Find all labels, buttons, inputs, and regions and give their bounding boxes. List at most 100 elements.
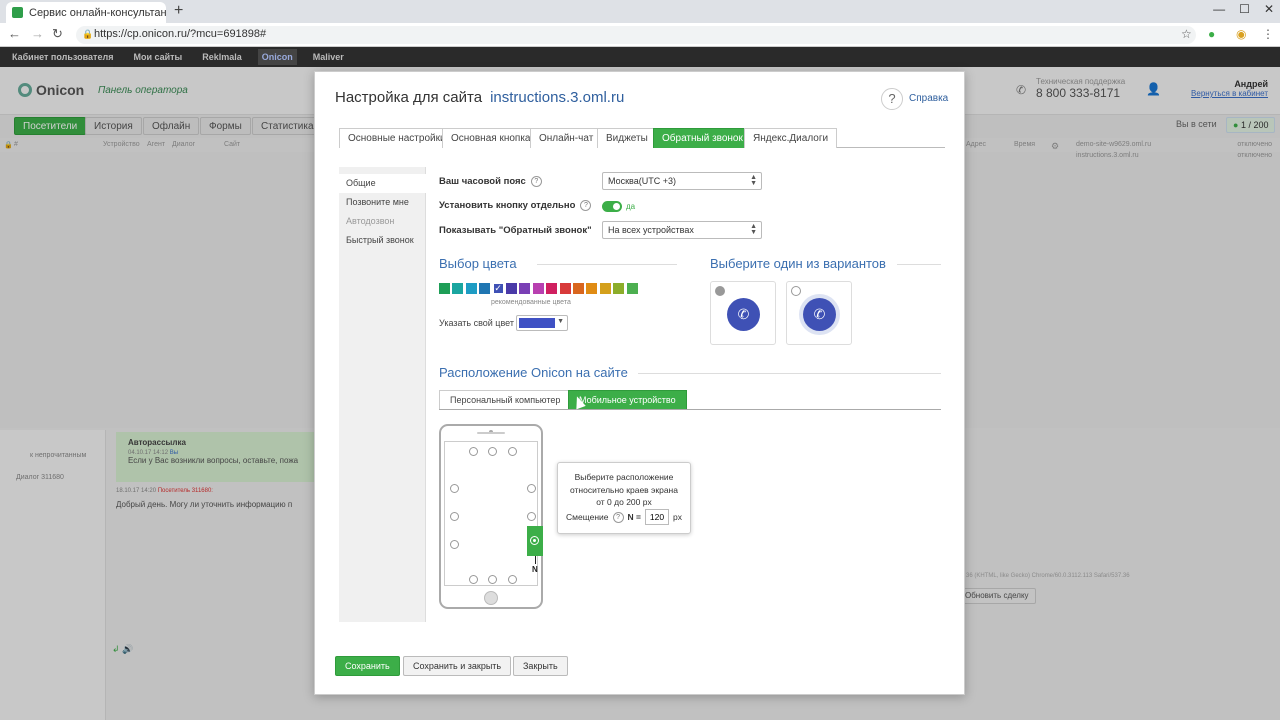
own-color-label: Указать свой цвет [439, 318, 514, 328]
color-swatch[interactable] [626, 283, 638, 294]
variant-section-title: Выберите один из вариантов [710, 256, 886, 271]
position-option[interactable] [450, 512, 459, 521]
color-swatch[interactable] [479, 283, 491, 294]
site-settings-modal: Настройка для сайта instructions.3.oml.ru… [314, 71, 965, 695]
swatch-note: рекомендованные цвета [491, 299, 571, 306]
phone-screen: N [444, 441, 543, 586]
browser-tab[interactable]: Сервис онлайн-консультант Onicon ✕ [6, 2, 166, 23]
position-option[interactable] [488, 575, 497, 584]
color-swatch[interactable] [519, 283, 531, 294]
divider [439, 409, 941, 410]
position-option[interactable] [508, 575, 517, 584]
show-callback-select[interactable]: На всех устройствах ▲ ▼ [602, 221, 762, 239]
color-swatch[interactable] [506, 283, 517, 294]
sidenav-quick-call[interactable]: Быстрый звонок [339, 231, 426, 250]
maximize-icon[interactable]: ☐ [1239, 2, 1250, 16]
color-swatch[interactable] [559, 283, 571, 294]
timezone-select[interactable]: Москва(UTC +3) ▲ ▼ [602, 172, 762, 190]
sidenav-general[interactable]: Общие [339, 174, 426, 193]
question-icon[interactable]: ? [580, 200, 592, 211]
bookmark-star-icon[interactable]: ☆ [1181, 27, 1192, 41]
radio-checked-icon[interactable] [715, 286, 725, 296]
color-swatch[interactable] [613, 283, 625, 294]
tab-online-chat[interactable]: Онлайн-чат [530, 128, 603, 148]
modal-title: Настройка для сайта instructions.3.oml.ru [335, 89, 625, 106]
nav-maliver[interactable]: Maliver [309, 49, 348, 65]
nav-cabinet[interactable]: Кабинет пользователя [8, 49, 117, 65]
position-option[interactable] [527, 512, 536, 521]
tab-widgets[interactable]: Виджеты [597, 128, 657, 148]
color-swatch[interactable]: ✓ [492, 283, 504, 294]
color-swatch[interactable] [439, 283, 450, 294]
question-icon[interactable]: ? [530, 176, 542, 187]
nav-my-sites[interactable]: Мои сайты [129, 49, 186, 65]
profile-avatar-icon[interactable]: ◉ [1236, 27, 1246, 41]
show-callback-label: Показывать "Обратный звонок" [439, 225, 592, 236]
separate-button-toggle[interactable] [602, 201, 622, 212]
tab-yandex-dialogs[interactable]: Яндекс.Диалоги [744, 128, 838, 148]
position-option[interactable] [450, 540, 459, 549]
help-icon[interactable]: ? [881, 88, 903, 110]
tab-basic-settings[interactable]: Основные настройки [339, 128, 455, 148]
back-icon[interactable]: ← [8, 26, 21, 41]
own-color-picker[interactable]: ▼ [516, 315, 568, 331]
url-field[interactable]: 🔒 https://cp.onicon.ru/?mcu=691898# [76, 26, 1196, 44]
sidenav-autodial[interactable]: Автодозвон [339, 212, 426, 231]
phone-preview: N [439, 424, 543, 609]
extension-icon[interactable]: ● [1208, 27, 1215, 41]
callback-phone-icon: ✆ [803, 298, 836, 331]
minimize-icon[interactable]: — [1213, 2, 1225, 16]
color-swatch[interactable] [599, 283, 611, 294]
save-and-close-button[interactable]: Сохранить и закрыть [403, 656, 512, 676]
nav-onicon[interactable]: Onicon [257, 49, 297, 65]
select-arrows-icon: ▲ ▼ [750, 223, 757, 236]
tab-main-button[interactable]: Основная кнопка [442, 128, 540, 148]
dropdown-arrow-icon: ▼ [557, 318, 564, 325]
new-tab-icon[interactable]: + [174, 2, 183, 20]
color-swatch[interactable] [452, 283, 464, 294]
offset-unit: px [672, 511, 682, 522]
timezone-label: Ваш часовой пояс? [439, 176, 542, 187]
nav-reklmala[interactable]: Reklmala [198, 49, 246, 65]
sidenav-call-me[interactable]: Позвоните мне [339, 193, 426, 212]
separate-button-label: Установить кнопку отдельно? [439, 200, 592, 211]
reload-icon[interactable]: ↻ [52, 26, 63, 42]
position-option[interactable] [527, 484, 536, 493]
callback-side-nav: Общие Позвоните мне Автодозвон Быстрый з… [339, 167, 426, 622]
divider [897, 264, 941, 265]
offset-input[interactable] [644, 509, 669, 525]
color-swatch[interactable] [532, 283, 544, 294]
position-option[interactable] [508, 447, 517, 456]
popover-line3: от 0 до 200 px [596, 497, 652, 507]
color-swatch[interactable] [573, 283, 584, 294]
forward-icon[interactable]: → [31, 26, 44, 41]
window-controls: — ☐ ✕ [1213, 2, 1274, 16]
offset-n-marker: N [532, 556, 538, 574]
position-option-selected[interactable] [527, 526, 543, 556]
position-option[interactable] [450, 484, 459, 493]
phone-home-button [484, 591, 498, 605]
variant-option-2[interactable]: ✆ [786, 281, 852, 345]
position-option[interactable] [488, 447, 497, 456]
location-section-title: Расположение Onicon на сайте [439, 365, 628, 380]
position-option[interactable] [469, 447, 478, 456]
radio-unchecked-icon[interactable] [791, 286, 801, 296]
tab-desktop[interactable]: Персональный компьютер [439, 390, 572, 409]
tab-callback[interactable]: Обратный звонок [653, 128, 752, 148]
tab-mobile[interactable]: Мобильное устройство [568, 390, 687, 409]
variant-option-1[interactable]: ✆ [710, 281, 776, 345]
save-button[interactable]: Сохранить [335, 656, 400, 676]
close-window-icon[interactable]: ✕ [1264, 2, 1274, 16]
help-link[interactable]: Справка [909, 93, 948, 104]
color-swatch[interactable] [465, 283, 477, 294]
divider [638, 373, 941, 374]
color-swatch[interactable] [546, 283, 558, 294]
position-option[interactable] [469, 575, 478, 584]
address-bar: ← → ↻ 🔒 https://cp.onicon.ru/?mcu=691898… [0, 23, 1280, 47]
browser-menu-icon[interactable]: ⋮ [1262, 27, 1274, 41]
callback-phone-icon: ✆ [727, 298, 760, 331]
question-icon[interactable]: ? [612, 511, 624, 523]
url-text: https://cp.onicon.ru/?mcu=691898# [94, 28, 267, 40]
close-button[interactable]: Закрыть [513, 656, 568, 676]
color-swatch[interactable] [586, 283, 598, 294]
